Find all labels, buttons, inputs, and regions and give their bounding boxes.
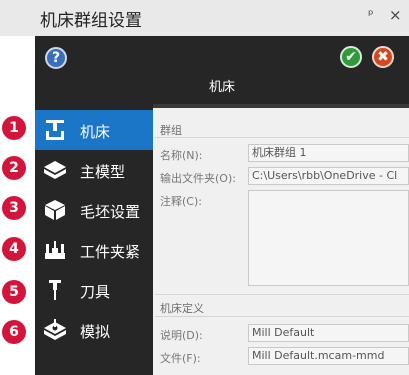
description-field[interactable]: Mill Default [248, 324, 409, 342]
notes-field[interactable] [248, 190, 409, 286]
cancel-button[interactable]: ✖ [372, 46, 394, 68]
step-badge: 4 [2, 237, 26, 261]
sidebar-item-label: 毛坯设置 [80, 203, 141, 221]
sidebar-item-label: 机床 [80, 123, 111, 141]
main-model-icon [44, 161, 66, 179]
step-badge: 1 [2, 116, 26, 140]
file-field[interactable]: Mill Default.mcam-mmd [248, 347, 409, 365]
file-label: 文件(F): [160, 352, 201, 365]
pin-icon[interactable]: ᵖ [368, 8, 374, 23]
fixture-icon [45, 241, 65, 259]
sidebar-item-machine[interactable]: 机床 [35, 110, 153, 150]
divider [155, 316, 409, 317]
window-title: 机床群组设置 [40, 11, 142, 31]
stock-setup-icon [45, 200, 65, 220]
notes-label: 注释(C): [160, 195, 202, 208]
tool-icon [49, 280, 61, 300]
name-field[interactable]: 机床群组 1 [248, 144, 409, 162]
sidebar-item-fixture[interactable]: 工件夹紧 [35, 230, 153, 270]
simulation-icon [44, 319, 66, 340]
output-folder-label: 输出文件夹(O): [160, 172, 236, 185]
section-title-group: 群组 [160, 124, 182, 137]
section-title-machine-definition: 机床定义 [160, 302, 204, 315]
help-icon[interactable]: ? [45, 47, 67, 69]
sidebar-item-label: 模拟 [80, 323, 111, 341]
sidebar-item-label: 主模型 [80, 163, 126, 181]
panel-header: ? ✔ ✖ 机床 [35, 36, 409, 104]
content-panel: 群组 名称(N): 机床群组 1 输出文件夹(O): C:\Users\rbb\… [153, 104, 409, 375]
header-title: 机床 [208, 80, 235, 95]
sidebar: 机床 主模型 毛坯设置 工件夹紧 刀具 模拟 [35, 104, 153, 375]
title-bar: 机床群组设置 ᵖ × [0, 0, 409, 36]
step-badge: 3 [2, 196, 26, 220]
description-label: 说明(D): [160, 329, 203, 342]
output-folder-field[interactable]: C:\Users\rbb\OneDrive - Cl [248, 167, 409, 185]
divider [155, 294, 409, 295]
step-badge: 2 [2, 156, 26, 180]
close-icon[interactable]: × [389, 6, 402, 24]
sidebar-item-main-model[interactable]: 主模型 [35, 150, 153, 190]
divider [155, 137, 409, 138]
step-badge: 5 [2, 280, 26, 304]
name-label: 名称(N): [160, 149, 203, 162]
ok-button[interactable]: ✔ [340, 46, 362, 68]
machine-icon [46, 120, 64, 140]
sidebar-item-label: 工件夹紧 [80, 243, 141, 261]
divider [153, 104, 409, 108]
sidebar-item-tool[interactable]: 刀具 [35, 270, 153, 310]
sidebar-item-stock-setup[interactable]: 毛坯设置 [35, 190, 153, 230]
sidebar-item-label: 刀具 [80, 283, 111, 301]
step-badge: 6 [2, 320, 26, 344]
sidebar-item-simulation[interactable]: 模拟 [35, 310, 153, 350]
